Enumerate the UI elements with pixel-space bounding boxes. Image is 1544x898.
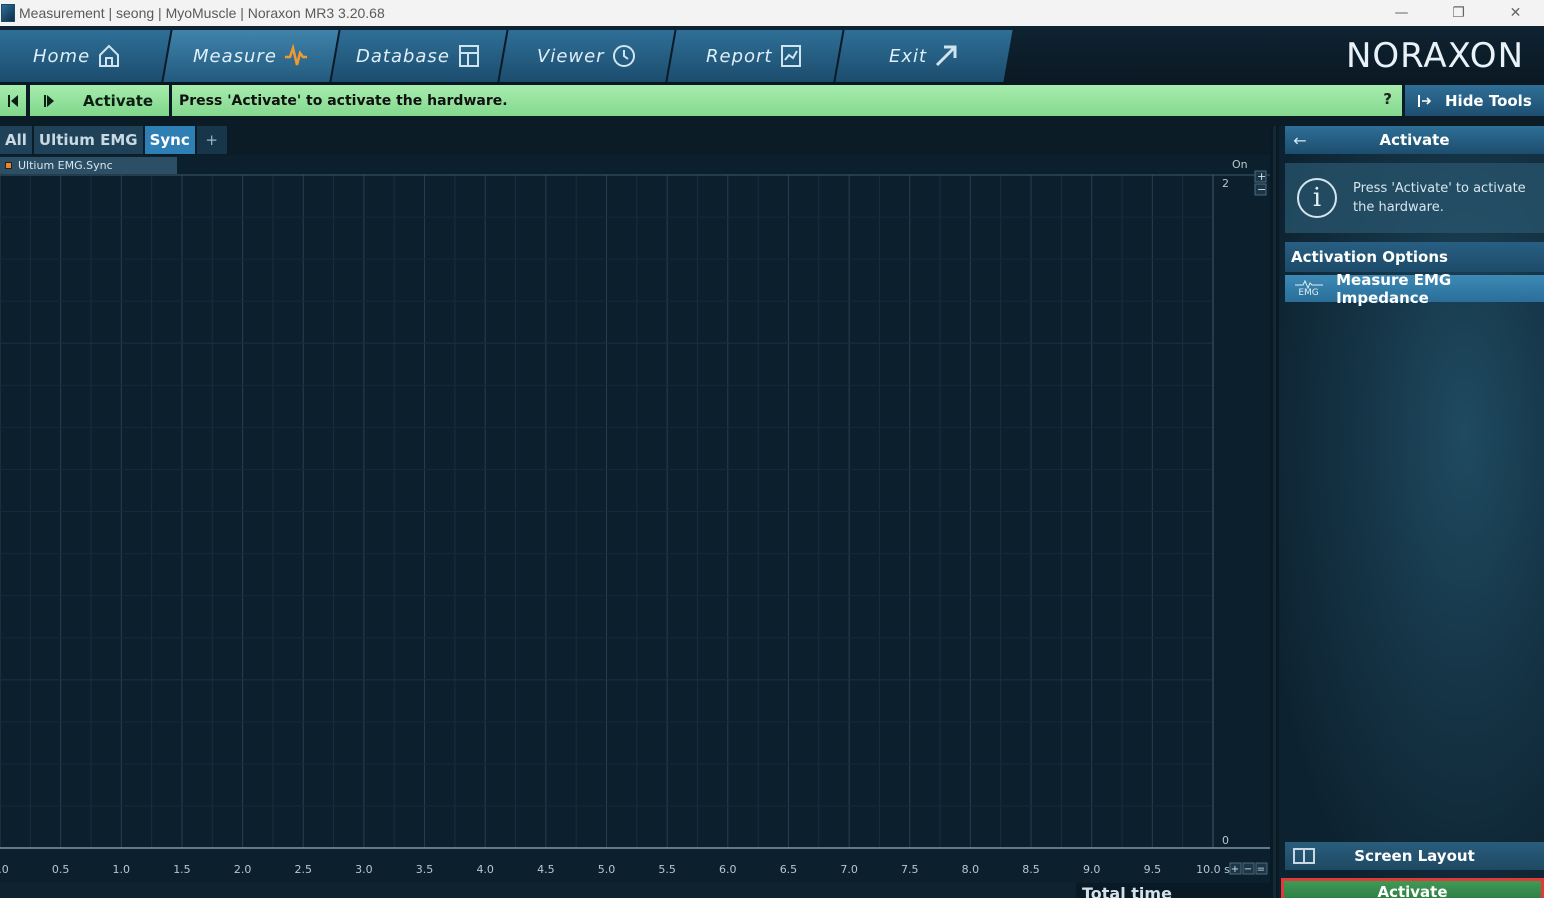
activate-button[interactable]: Activate	[1281, 878, 1544, 898]
x-tick-label: 3.0	[355, 863, 373, 876]
series-name: Ultium EMG.Sync	[18, 159, 113, 172]
x-tick-label: 2.0	[234, 863, 252, 876]
nav-tab-report[interactable]: Report	[667, 30, 845, 82]
nav-tab-label: Measure	[193, 45, 277, 67]
x-tick-label: 5.0	[598, 863, 616, 876]
activation-options-header: Activation Options	[1285, 242, 1544, 272]
series-legend[interactable]: Ultium EMG.Sync	[0, 157, 177, 174]
x-tick-label: 7.0	[840, 863, 858, 876]
nav-tab-home[interactable]: Home	[0, 30, 173, 82]
database-icon	[456, 43, 482, 69]
app-icon	[1, 4, 15, 22]
x-tick-label: 2.5	[295, 863, 313, 876]
nav-tab-label: Database	[356, 45, 450, 67]
window-title: Measurement | seong | MyoMuscle | Noraxo…	[19, 5, 385, 21]
status-message-text: Press 'Activate' to activate the hardwar…	[179, 92, 508, 109]
close-button[interactable]: ✕	[1487, 0, 1544, 26]
screen-layout-label: Screen Layout	[1354, 847, 1475, 865]
x-zoom-glyph: +	[1231, 864, 1239, 875]
emg-icon-text: EMG	[1298, 287, 1319, 298]
panel-title: Activate	[1379, 131, 1450, 149]
chart-tab-ultium-emg[interactable]: Ultium EMG	[33, 126, 143, 154]
x-tick-label: 7.5	[901, 863, 919, 876]
measure-icon	[283, 43, 309, 69]
report-icon	[778, 43, 804, 69]
emg-icon: EMG	[1291, 279, 1326, 299]
status-message: Press 'Activate' to activate the hardwar…	[172, 85, 1402, 116]
hide-tools-label: Hide Tools	[1445, 91, 1532, 110]
step-back-button[interactable]	[0, 85, 26, 116]
x-tick-label: 3.5	[416, 863, 434, 876]
x-tick-label: 8.0	[962, 863, 980, 876]
hide-tools-button[interactable]: Hide Tools	[1405, 85, 1544, 116]
panel-splitter[interactable]	[1270, 126, 1279, 898]
restore-button[interactable]: ❐	[1430, 0, 1487, 26]
measure-emg-impedance-button[interactable]: EMG Measure EMG Impedance	[1285, 271, 1544, 307]
chart-tab-bar: All Ultium EMG Sync +	[0, 126, 227, 154]
y-zoom-glyph: −	[1257, 183, 1266, 196]
info-text: Press 'Activate' to activate the hardwar…	[1353, 181, 1526, 215]
nav-tab-measure[interactable]: Measure	[163, 30, 341, 82]
x-tick-label: 4.5	[537, 863, 555, 876]
x-tick-label: 8.5	[1022, 863, 1040, 876]
nav-tabs: Home Measure Database Viewer Report Exit	[0, 30, 1013, 82]
activate-label: Activate	[83, 91, 154, 110]
chart-area[interactable]: 20+−0.00.51.01.52.02.53.03.54.04.55.05.5…	[0, 155, 1270, 883]
screen-layout-button[interactable]: Screen Layout	[1285, 842, 1544, 870]
panel-header: ← Activate	[1285, 126, 1544, 154]
back-arrow-icon[interactable]: ←	[1285, 131, 1315, 150]
x-tick-label: 6.5	[780, 863, 798, 876]
tools-panel: ← Activate i Press 'Activate' to activat…	[1279, 126, 1544, 898]
exit-icon	[933, 43, 959, 69]
x-tick-label: 4.0	[476, 863, 494, 876]
command-bar: Activate Press 'Activate' to activate th…	[0, 85, 1544, 116]
nav-tab-label: Report	[705, 45, 773, 67]
x-tick-label: 5.5	[658, 863, 676, 876]
help-button[interactable]: ?	[1383, 90, 1392, 108]
nav-tab-database[interactable]: Database	[331, 30, 509, 82]
minimize-button[interactable]: —	[1373, 0, 1430, 26]
layout-icon	[1293, 848, 1315, 864]
nav-tab-exit[interactable]: Exit	[835, 30, 1013, 82]
info-icon: i	[1297, 178, 1337, 218]
play-icon	[44, 94, 54, 107]
chart-tab-all[interactable]: All	[0, 126, 32, 154]
x-zoom-glyph: −	[1244, 864, 1252, 875]
noraxon-logo: NORAXON	[1345, 36, 1524, 76]
x-tick-label: 0.0	[0, 863, 9, 876]
window-titlebar: Measurement | seong | MyoMuscle | Noraxo…	[0, 0, 1544, 26]
home-icon	[97, 43, 123, 69]
measure-emg-impedance-label: Measure EMG Impedance	[1336, 270, 1452, 307]
x-tick-label: 6.0	[719, 863, 737, 876]
total-time-label: Total time	[1076, 883, 1270, 898]
x-tick-label: 1.5	[173, 863, 191, 876]
nav-tab-viewer[interactable]: Viewer	[499, 30, 677, 82]
nav-tab-label: Exit	[888, 45, 928, 67]
plot-canvas: 20+−0.00.51.01.52.02.53.03.54.04.55.05.5…	[0, 170, 1270, 876]
series-color-swatch	[5, 162, 12, 169]
activate-toolbar-button[interactable]: Activate	[30, 85, 169, 116]
nav-tab-label: Viewer	[537, 45, 605, 67]
nav-tab-label: Home	[33, 45, 91, 67]
viewer-icon	[611, 43, 637, 69]
x-tick-label: 9.0	[1083, 863, 1101, 876]
x-tick-label: 10.0 s	[1196, 863, 1230, 876]
on-label: On	[1232, 158, 1248, 171]
y-zoom-glyph: +	[1257, 170, 1266, 183]
collapse-panel-icon	[1418, 94, 1431, 107]
info-box: i Press 'Activate' to activate the hardw…	[1285, 163, 1544, 233]
step-back-icon	[8, 94, 18, 107]
window-controls: — ❐ ✕	[1373, 0, 1544, 26]
add-tab-button[interactable]: +	[196, 126, 227, 154]
x-tick-label: 1.0	[113, 863, 131, 876]
x-tick-label: 9.5	[1144, 863, 1162, 876]
main-nav: Home Measure Database Viewer Report Exit…	[0, 26, 1544, 85]
chart-tab-sync[interactable]: Sync	[144, 126, 195, 154]
x-tick-label: 0.5	[52, 863, 70, 876]
y-tick-label: 0	[1222, 834, 1229, 847]
y-tick-label: 2	[1222, 177, 1229, 190]
x-zoom-glyph: =	[1257, 864, 1265, 875]
